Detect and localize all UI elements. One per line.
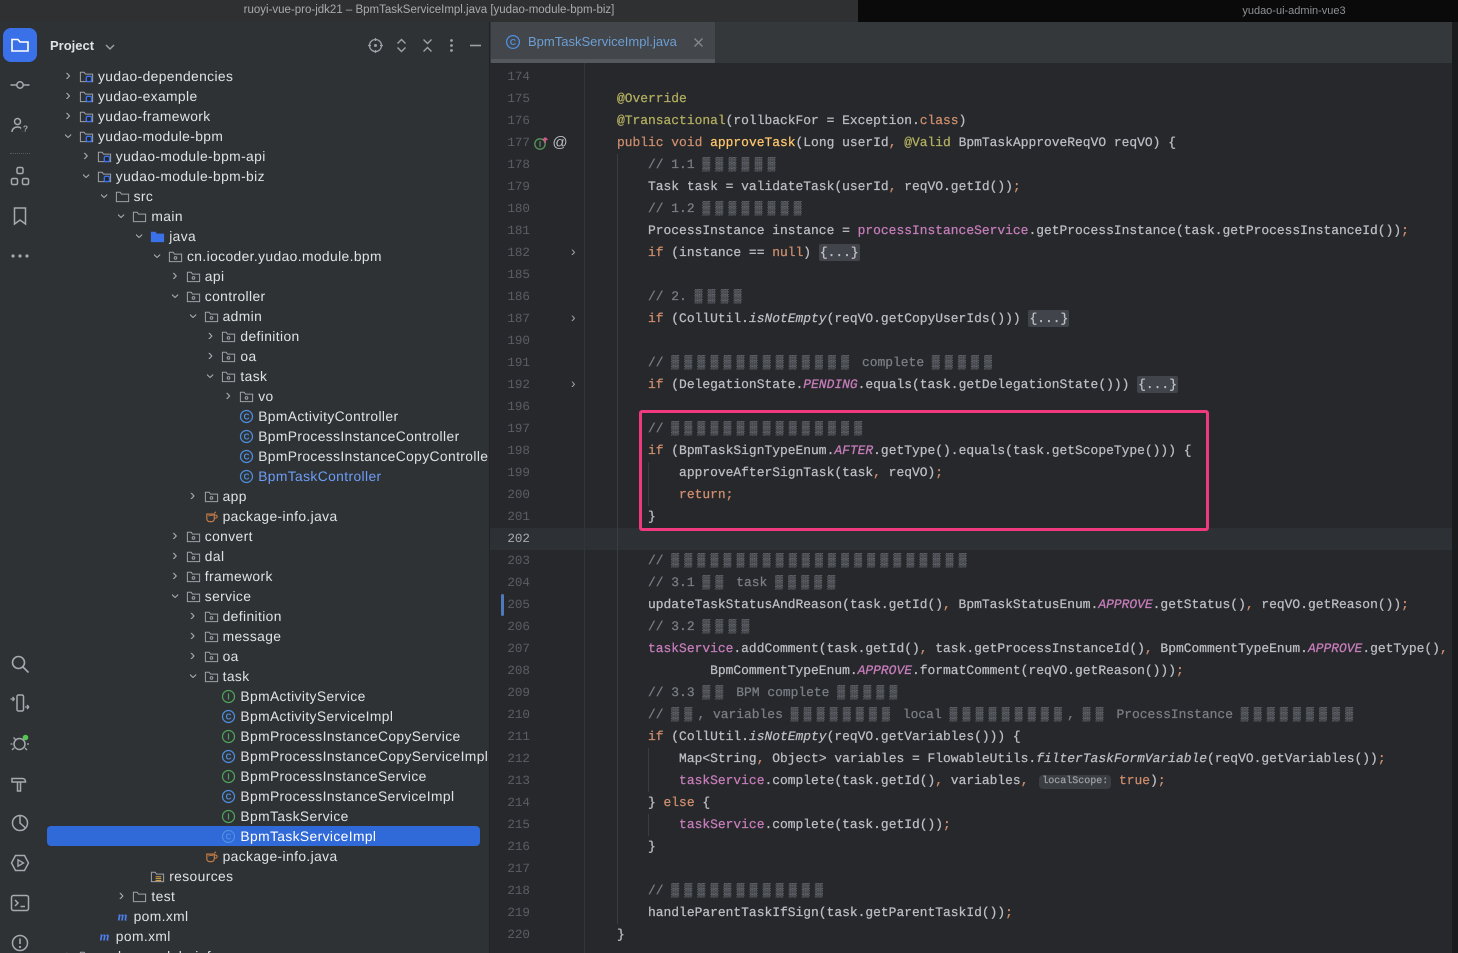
svg-text:m: m — [99, 929, 109, 943]
svg-text:I: I — [228, 772, 230, 781]
svg-text:C: C — [226, 712, 232, 721]
svg-text:C: C — [244, 472, 250, 481]
svg-text:?: ? — [23, 124, 28, 134]
svg-text:C: C — [244, 412, 250, 421]
svg-text:I: I — [228, 812, 230, 821]
svg-text:C: C — [226, 752, 232, 761]
svg-text:I: I — [228, 732, 230, 741]
svg-text:C: C — [244, 432, 250, 441]
svg-text:m: m — [117, 909, 127, 923]
svg-text:C: C — [226, 792, 232, 801]
svg-text:I: I — [228, 692, 230, 701]
svg-text:C: C — [226, 832, 232, 841]
svg-text:C: C — [244, 452, 250, 461]
svg-text:I: I — [539, 140, 541, 149]
